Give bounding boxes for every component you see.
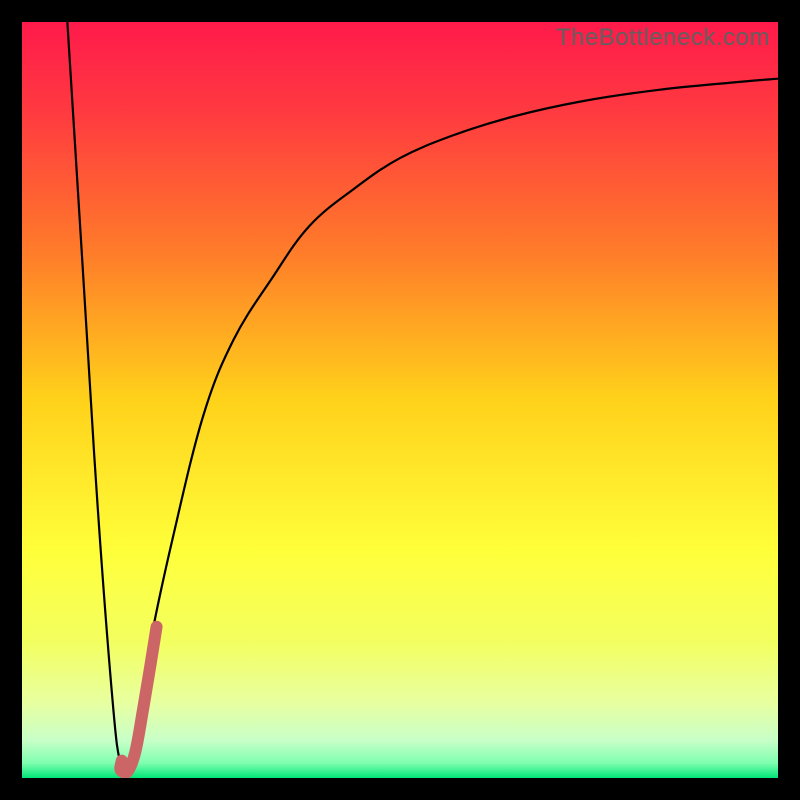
chart-frame: TheBottleneck.com [0, 0, 800, 800]
bottleneck-curve [67, 22, 778, 773]
watermark-text: TheBottleneck.com [556, 24, 770, 52]
chart-lines [22, 22, 778, 778]
plot-area: TheBottleneck.com [22, 22, 778, 778]
highlight-segment [120, 627, 156, 773]
